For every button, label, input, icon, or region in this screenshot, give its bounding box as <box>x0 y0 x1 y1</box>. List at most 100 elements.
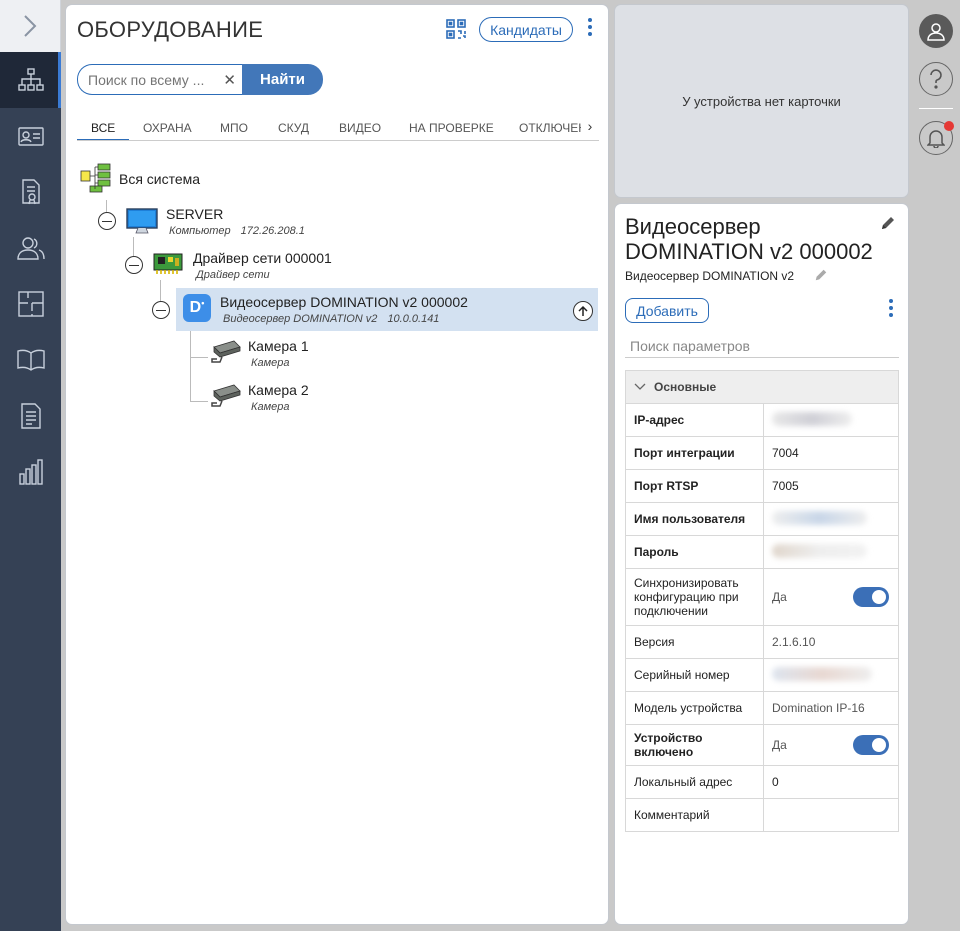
more-options-icon[interactable] <box>585 18 595 36</box>
category-tabs: ВСЕ ОХРАНА МПО СКУД ВИДЕО НА ПРОВЕРКЕ ОТ… <box>77 117 599 141</box>
properties-panel: Видеосервер DOMINATION v2 000002 Видеосе… <box>614 203 909 925</box>
notification-badge <box>944 121 954 131</box>
tree-node-videoserver[interactable]: Видеосервер DOMINATION v2 000002 <box>220 294 468 310</box>
param-key: Синхронизировать конфигурацию при подклю… <box>625 568 764 626</box>
sidebar-item-journal[interactable] <box>0 332 61 388</box>
qr-code-icon[interactable] <box>446 19 466 39</box>
param-row[interactable]: Порт RTSP 7005 <box>625 469 899 503</box>
sidebar-item-users[interactable] <box>0 220 61 276</box>
camera-icon <box>211 384 241 407</box>
device-card-panel: У устройства нет карточки <box>614 4 909 198</box>
add-button[interactable]: Добавить <box>625 298 709 323</box>
param-value[interactable]: 0 <box>763 765 899 799</box>
param-key: Модель устройства <box>625 691 764 725</box>
user-icon <box>927 23 945 41</box>
sidebar-item-reports[interactable] <box>0 388 61 444</box>
tree-node-camera-1[interactable]: Камера 1 <box>248 338 309 354</box>
sidebar-item-documents[interactable] <box>0 164 61 220</box>
right-toolbar <box>913 0 960 931</box>
param-row[interactable]: Модель устройства Domination IP-16 <box>625 691 899 725</box>
arrow-up-icon <box>578 305 588 316</box>
active-tab-indicator <box>77 139 129 140</box>
param-row[interactable]: Версия 2.1.6.10 <box>625 625 899 659</box>
parameter-search-input[interactable]: Поиск параметров <box>625 336 899 358</box>
sync-config-toggle[interactable] <box>853 587 889 607</box>
tab-video[interactable]: ВИДЕО <box>339 121 381 135</box>
collapse-videoserver-icon[interactable] <box>152 301 170 319</box>
param-row[interactable]: Комментарий <box>625 798 899 832</box>
param-key: Имя пользователя <box>625 502 764 536</box>
candidates-button[interactable]: Кандидаты <box>479 17 573 42</box>
param-value[interactable] <box>763 502 899 536</box>
tab-checking[interactable]: НА ПРОВЕРКЕ <box>409 121 494 135</box>
tab-fire[interactable]: МПО <box>220 121 248 135</box>
tabs-scroll-right-icon[interactable]: › <box>581 118 599 138</box>
param-row[interactable]: Пароль <box>625 535 899 569</box>
param-row[interactable]: Имя пользователя <box>625 502 899 536</box>
tab-security[interactable]: ОХРАНА <box>143 121 192 135</box>
tree-node-server[interactable]: SERVER <box>166 206 223 222</box>
sidebar-item-equipment[interactable] <box>0 52 61 108</box>
param-row[interactable]: Серийный номер <box>625 658 899 692</box>
tree-node-camera-2[interactable]: Камера 2 <box>248 382 309 398</box>
param-value[interactable] <box>763 658 899 692</box>
tree-node-driver[interactable]: Драйвер сети 000001 <box>193 250 332 266</box>
tab-access[interactable]: СКУД <box>278 121 309 135</box>
help-button[interactable] <box>919 62 953 96</box>
param-row[interactable]: IP-адрес <box>625 403 899 437</box>
more-options-icon[interactable] <box>886 299 896 317</box>
param-value[interactable] <box>763 535 899 569</box>
chevron-down-icon <box>634 383 646 390</box>
user-profile-button[interactable] <box>919 14 953 48</box>
group-row[interactable]: Основные <box>625 370 899 404</box>
param-value[interactable]: Да <box>763 568 899 626</box>
param-row[interactable]: Порт интеграции 7004 <box>625 436 899 470</box>
tree-node-camera-1-sub: Камера <box>251 357 290 369</box>
param-row[interactable]: Устройство включено Да <box>625 724 899 766</box>
edit-title-icon[interactable] <box>880 215 896 231</box>
param-key: Порт RTSP <box>625 469 764 503</box>
param-value[interactable]: Domination IP-16 <box>763 691 899 725</box>
collapse-driver-icon[interactable] <box>125 256 143 274</box>
param-value[interactable]: 7004 <box>763 436 899 470</box>
param-value[interactable]: Да <box>763 724 899 766</box>
sidebar-item-personnel[interactable] <box>0 108 61 164</box>
equipment-panel: ОБОРУДОВАНИЕ Кандидаты ✕ Найти ВСЕ ОХРАН… <box>65 4 609 925</box>
param-key: Серийный номер <box>625 658 764 692</box>
group-header[interactable]: Основные <box>625 370 899 404</box>
tree-connector <box>190 401 208 402</box>
param-value[interactable]: 2.1.6.10 <box>763 625 899 659</box>
sidebar-item-plans[interactable] <box>0 276 61 332</box>
bar-chart-icon <box>18 459 43 485</box>
param-row[interactable]: Локальный адрес 0 <box>625 765 899 799</box>
expand-sidebar-button[interactable] <box>0 0 61 52</box>
device-title: Видеосервер DOMINATION v2 000002 <box>625 214 873 264</box>
floor-plan-icon <box>17 291 44 317</box>
tree-node-camera-2-sub: Камера <box>251 401 290 413</box>
tree-node-root[interactable]: Вся система <box>119 171 200 187</box>
edit-type-icon[interactable] <box>814 268 828 282</box>
tab-all[interactable]: ВСЕ <box>91 121 115 135</box>
param-value[interactable]: 7005 <box>763 469 899 503</box>
notification-bell-icon <box>927 130 945 148</box>
param-row[interactable]: Синхронизировать конфигурацию при подклю… <box>625 568 899 626</box>
sidebar-item-statistics[interactable] <box>0 444 61 500</box>
help-icon <box>930 69 942 89</box>
find-button[interactable]: Найти <box>242 64 323 95</box>
param-value[interactable] <box>763 798 899 832</box>
separator <box>919 108 953 109</box>
camera-icon <box>211 340 241 363</box>
tree-connector <box>160 280 161 303</box>
hierarchy-icon <box>17 68 44 91</box>
clear-search-icon[interactable]: ✕ <box>223 71 236 89</box>
param-key: Комментарий <box>625 798 764 832</box>
param-value[interactable] <box>763 403 899 437</box>
device-enabled-toggle[interactable] <box>853 735 889 755</box>
system-root-icon <box>80 163 111 193</box>
tab-disabled[interactable]: ОТКЛЮЧЕН <box>519 121 587 135</box>
tree-node-videoserver-sub: Видеосервер DOMINATION v2 10.0.0.141 <box>223 313 440 325</box>
upload-button[interactable] <box>573 301 593 321</box>
search-input[interactable] <box>88 72 218 88</box>
network-card-icon <box>153 253 183 274</box>
collapse-server-icon[interactable] <box>98 212 116 230</box>
